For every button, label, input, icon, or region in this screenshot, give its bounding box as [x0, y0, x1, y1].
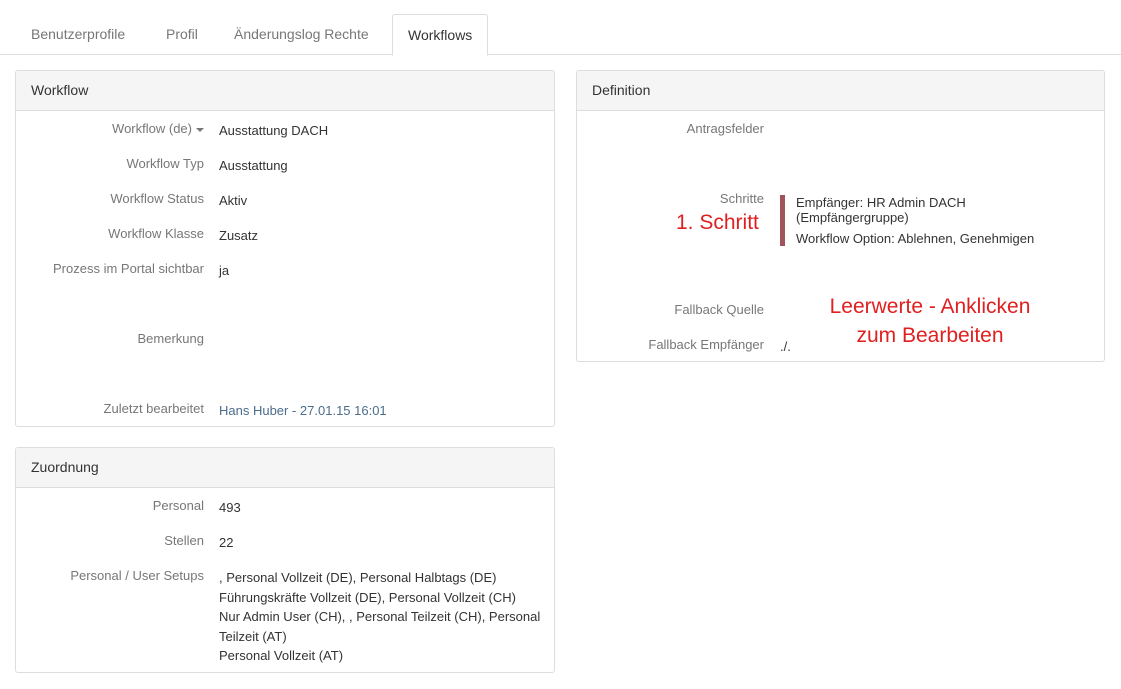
last-edited-link[interactable]: Hans Huber - 27.01.15 16:01 [219, 401, 546, 421]
personal-label: Personal [152, 498, 204, 513]
workflow-panel: Workflow Workflow (de) Ausstattung DACH … [15, 70, 555, 427]
stellen-value: 22 [219, 535, 234, 550]
antragsfelder-label: Antragsfelder [686, 121, 764, 136]
annotation-step: 1. Schritt [676, 211, 759, 234]
definition-panel-title: Definition [577, 71, 1104, 111]
stellen-label: Stellen [164, 533, 204, 548]
portal-visible-label: Prozess im Portal sichtbar [53, 261, 204, 276]
fallback-quelle-label: Fallback Quelle [674, 302, 764, 317]
workflow-klasse-value: Zusatz [219, 228, 259, 243]
user-setups-line: Personal Vollzeit (AT) [219, 648, 344, 663]
workflow-language-label: Workflow (de) [112, 121, 192, 136]
tab-workflows[interactable]: Workflows [392, 14, 489, 56]
caret-down-icon [196, 127, 204, 132]
portal-visible-value: ja [219, 263, 230, 278]
annotation-empty-line2: zum Bearbeiten [856, 324, 1004, 347]
tab-profil[interactable]: Profil [151, 14, 213, 55]
workflow-klasse-label: Workflow Klasse [108, 226, 204, 241]
user-setups-line: Nur Admin User (CH), , Personal Teilzeit… [219, 609, 541, 644]
last-edited-label: Zuletzt bearbeitet [103, 401, 204, 416]
workflow-name-value: Ausstattung DACH [219, 123, 329, 138]
workflow-panel-title: Workflow [16, 71, 554, 111]
user-setups-line: , Personal Vollzeit (DE), Personal Halbt… [219, 570, 497, 585]
workflow-status-value: Aktiv [219, 193, 248, 208]
bemerkung-value[interactable] [219, 311, 546, 371]
workflow-typ-label: Workflow Typ [126, 156, 204, 171]
annotation-empty-line1: Leerwerte - Anklicken [829, 295, 1031, 318]
user-setups-value: , Personal Vollzeit (DE), Personal Halbt… [219, 568, 546, 666]
tab-benutzerprofile[interactable]: Benutzerprofile [16, 14, 140, 55]
tab-bar: Benutzerprofile Profil Änderungslog Rech… [0, 0, 1121, 56]
user-setups-label: Personal / User Setups [70, 568, 204, 583]
step-empfaenger: Empfänger: HR Admin DACH (Empfängergrupp… [796, 195, 966, 225]
workflow-language-dropdown[interactable]: Workflow (de) [112, 121, 204, 136]
personal-value: 493 [219, 500, 241, 515]
fallback-empfaenger-label: Fallback Empfänger [648, 337, 764, 352]
step-workflow-option: Workflow Option: Ablehnen, Genehmigen [796, 231, 1035, 246]
workflow-status-label: Workflow Status [110, 191, 204, 206]
bemerkung-label: Bemerkung [137, 331, 204, 346]
workflow-step-1[interactable]: Empfänger: HR Admin DACH (Empfängergrupp… [780, 195, 1080, 246]
user-setups-line: Führungskräfte Vollzeit (DE), Personal V… [219, 589, 516, 605]
zuordnung-panel-title: Zuordnung [16, 448, 554, 488]
zuordnung-panel: Zuordnung Personal 493 Stellen 22 Person… [15, 447, 555, 673]
workflow-typ-value: Ausstattung [219, 158, 288, 173]
annotation-empty-values: Leerwerte - Anklicken zum Bearbeiten [820, 292, 1040, 350]
schritte-label: Schritte [719, 191, 764, 206]
tab-aenderungslog-rechte[interactable]: Änderungslog Rechte [219, 14, 384, 55]
